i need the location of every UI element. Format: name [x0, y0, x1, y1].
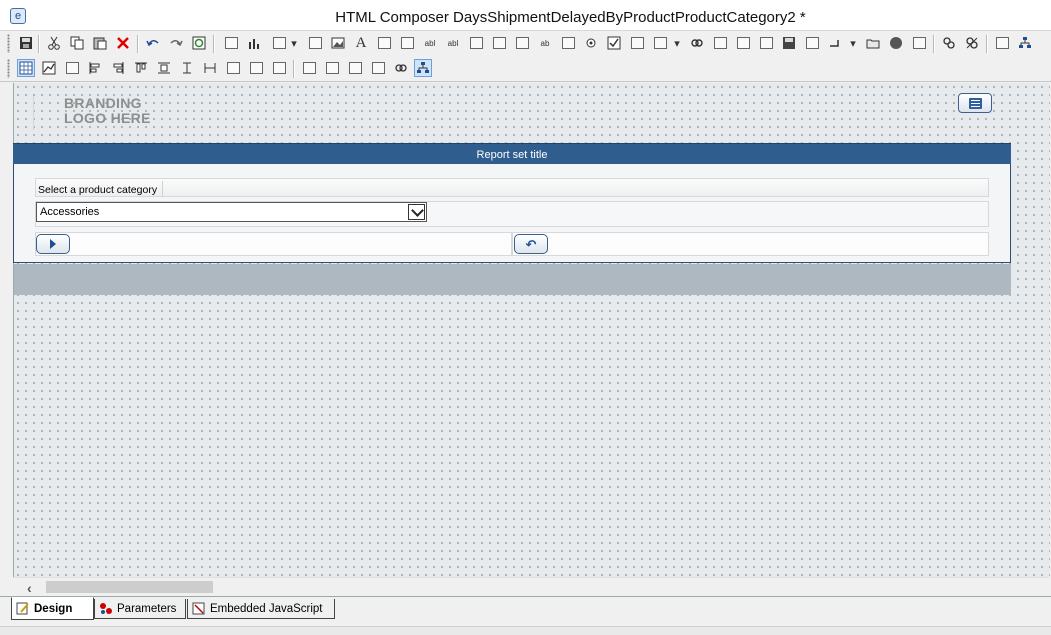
run-button-cell [35, 232, 512, 256]
product-category-label: Select a product category [36, 181, 163, 197]
insert-icon[interactable] [826, 34, 844, 52]
tab-design[interactable]: Design [11, 597, 94, 620]
list-icon[interactable] [467, 34, 485, 52]
grid-icon[interactable] [628, 34, 646, 52]
reset-button[interactable]: ↶ [514, 234, 548, 254]
dropdown-icon[interactable]: ▾ [288, 34, 300, 52]
link-icon[interactable] [392, 59, 410, 77]
image-icon[interactable] [329, 34, 347, 52]
chart-icon[interactable] [245, 34, 263, 52]
radio-icon[interactable] [582, 34, 600, 52]
page-icon[interactable] [734, 34, 752, 52]
report-set-title: Report set title [476, 149, 548, 161]
textbox-icon[interactable]: abl [444, 34, 462, 52]
tab-embedded-javascript-label: Embedded JavaScript [210, 602, 323, 615]
checkbox-icon[interactable] [559, 34, 577, 52]
form-icon[interactable] [513, 34, 531, 52]
calendar-icon[interactable] [757, 34, 775, 52]
order-icon[interactable] [300, 59, 318, 77]
size-icon[interactable] [270, 59, 288, 77]
play-icon [50, 239, 56, 249]
toolbar-layout [0, 56, 1051, 82]
product-category-selected-value: Accessories [40, 206, 100, 218]
refresh-icon[interactable] [190, 34, 208, 52]
grid-icon[interactable] [17, 59, 35, 77]
delete-icon[interactable] [114, 34, 132, 52]
link-icon[interactable] [688, 34, 706, 52]
scroll-left-icon[interactable]: ‹ [27, 580, 32, 596]
toolbar-grip[interactable] [7, 34, 10, 53]
product-category-select[interactable]: Accessories [36, 202, 427, 222]
parameters-icon [100, 603, 112, 614]
tab-design-label: Design [34, 602, 73, 615]
link-icon[interactable] [940, 34, 958, 52]
align-top-icon[interactable] [132, 59, 150, 77]
chart-icon[interactable] [40, 59, 58, 77]
scroll-thumb[interactable] [46, 581, 213, 593]
report-set-title-bar[interactable]: Report set title [13, 143, 1011, 165]
tree-icon[interactable] [993, 34, 1011, 52]
undo-icon[interactable] [144, 34, 162, 52]
text-icon[interactable]: A [352, 34, 370, 52]
settings-icon[interactable] [63, 59, 81, 77]
size-icon[interactable] [247, 59, 265, 77]
label-icon[interactable]: abl [421, 34, 439, 52]
pencil-icon [16, 602, 29, 615]
frame-icon[interactable] [306, 34, 324, 52]
redo-icon[interactable] [167, 34, 185, 52]
save-icon[interactable] [780, 34, 798, 52]
listbox-icon[interactable] [490, 34, 508, 52]
folder-icon[interactable] [864, 34, 882, 52]
space-icon[interactable] [201, 59, 219, 77]
tab-parameters-label: Parameters [117, 602, 177, 615]
table-icon[interactable] [270, 34, 288, 52]
branding-logo-placeholder: BRANDING LOGO HERE [33, 96, 151, 130]
frame-icon[interactable] [803, 34, 821, 52]
run-button[interactable] [36, 234, 70, 254]
field-icon[interactable]: ab [536, 34, 554, 52]
report-menu-button[interactable] [958, 93, 992, 113]
paste-icon[interactable] [91, 34, 109, 52]
box-icon[interactable] [398, 34, 416, 52]
branding-line-2: LOGO HERE [64, 110, 151, 126]
horizontal-scrollbar[interactable]: ‹ [13, 577, 1049, 596]
dropdown-icon[interactable]: ▾ [847, 34, 859, 52]
check-icon[interactable] [605, 34, 623, 52]
toolbar-grip[interactable] [7, 59, 10, 78]
save-icon[interactable] [17, 34, 35, 52]
branding-line-1: BRANDING [64, 95, 142, 111]
unlink-icon[interactable] [963, 34, 981, 52]
reset-button-cell [512, 232, 989, 256]
page-icon[interactable] [222, 34, 240, 52]
window-titlebar: e HTML Composer DaysShipmentDelayedByPro… [0, 0, 1051, 31]
copy-icon[interactable] [68, 34, 86, 52]
space-icon[interactable] [224, 59, 242, 77]
align-left-icon[interactable] [86, 59, 104, 77]
list-menu-icon [968, 97, 982, 109]
align-center-icon[interactable] [155, 59, 173, 77]
tree-icon[interactable] [651, 34, 669, 52]
tab-embedded-javascript[interactable]: Embedded JavaScript [187, 599, 335, 619]
chevron-down-icon[interactable] [408, 204, 425, 220]
calendar-icon[interactable] [711, 34, 729, 52]
toolbar-main: ▾ A abl abl ab ▾ ▾ [0, 31, 1051, 56]
script-icon [192, 602, 205, 615]
label-row: Select a product category [35, 178, 989, 197]
window-title: HTML Composer DaysShipmentDelayedByProdu… [335, 9, 806, 26]
circle-icon[interactable] [887, 34, 905, 52]
align-middle-icon[interactable] [178, 59, 196, 77]
back-arrow-icon: ↶ [525, 236, 537, 252]
report-footer-band [14, 264, 1011, 295]
order-icon[interactable] [323, 59, 341, 77]
textbox-icon[interactable] [910, 34, 928, 52]
tab-parameters[interactable]: Parameters [94, 599, 186, 619]
ruler-icon[interactable] [375, 34, 393, 52]
order-icon[interactable] [346, 59, 364, 77]
cut-icon[interactable] [45, 34, 63, 52]
order-icon[interactable] [369, 59, 387, 77]
tree-icon[interactable] [414, 59, 432, 77]
dropdown-icon[interactable]: ▾ [671, 34, 683, 52]
tree-icon[interactable] [1016, 34, 1034, 52]
align-right-icon[interactable] [109, 59, 127, 77]
